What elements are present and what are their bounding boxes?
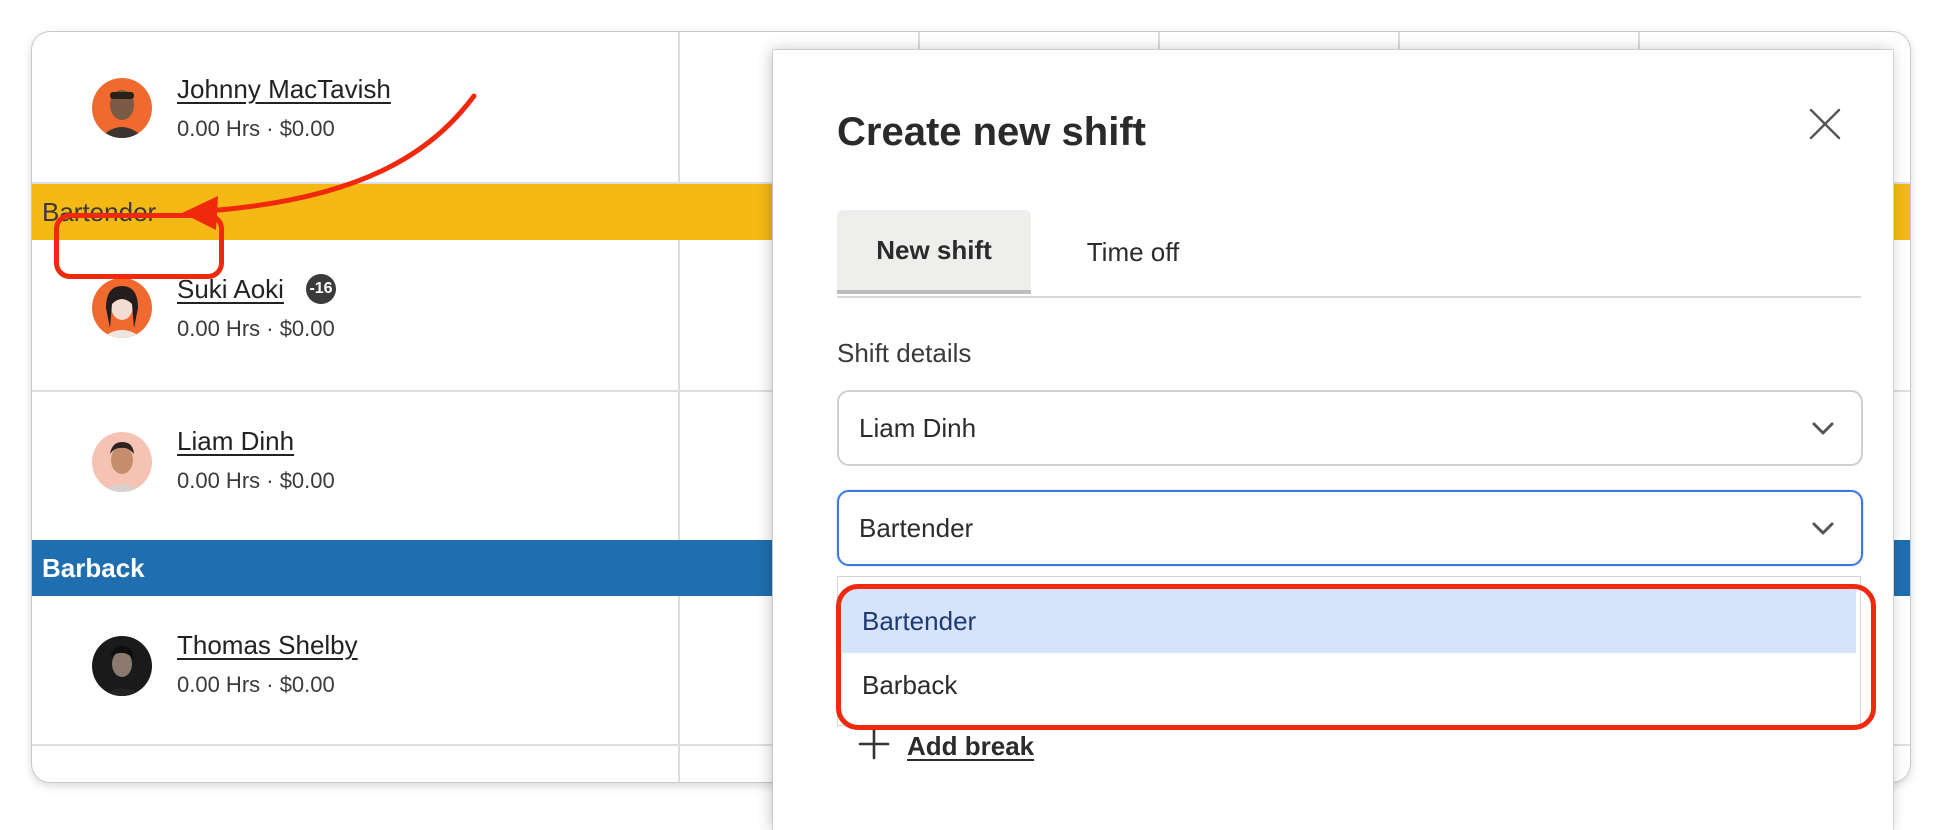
tab-time-off[interactable]: Time off	[1043, 210, 1223, 294]
add-break-button[interactable]: Add break	[857, 726, 1034, 766]
modal-title: Create new shift	[837, 110, 1146, 154]
group-label: Bartender	[42, 196, 157, 227]
role-dropdown-list: Bartender Barback	[837, 576, 1861, 726]
chevron-down-icon	[1809, 414, 1837, 442]
group-label: Barback	[42, 552, 145, 583]
tab-new-shift[interactable]: New shift	[837, 210, 1031, 294]
employee-name[interactable]: Thomas Shelby	[177, 630, 358, 661]
employee-select-value: Liam Dinh	[859, 412, 977, 443]
shift-tabs: New shift Time off	[837, 210, 1861, 298]
role-option-bartender[interactable]: Bartender	[842, 589, 1856, 653]
employee-name[interactable]: Suki Aoki	[177, 274, 284, 305]
role-option-barback[interactable]: Barback	[842, 653, 1856, 717]
avatar	[92, 636, 152, 696]
close-icon	[1808, 107, 1842, 146]
employee-hours: 0.00 Hrs · $0.00	[177, 116, 335, 141]
employee-name[interactable]: Johnny MacTavish	[177, 74, 391, 105]
chevron-down-icon	[1809, 514, 1837, 542]
option-label: Barback	[862, 669, 958, 700]
avatar	[92, 78, 152, 138]
role-select-value: Bartender	[859, 512, 974, 543]
employee-hours: 0.00 Hrs · $0.00	[177, 316, 335, 341]
avatar	[92, 278, 152, 338]
employee-hours: 0.00 Hrs · $0.00	[177, 672, 335, 697]
option-label: Bartender	[862, 605, 977, 636]
conflict-badge: -16	[306, 274, 336, 304]
employee-hours: 0.00 Hrs · $0.00	[177, 468, 335, 493]
create-shift-modal: Create new shift New shift Time off Shif…	[773, 50, 1893, 830]
role-select[interactable]: Bartender	[837, 490, 1863, 566]
avatar	[92, 432, 152, 492]
plus-icon	[857, 727, 891, 766]
employee-name[interactable]: Liam Dinh	[177, 426, 294, 457]
add-break-label: Add break	[907, 730, 1035, 761]
close-button[interactable]	[1803, 104, 1847, 148]
employee-select[interactable]: Liam Dinh	[837, 390, 1863, 466]
section-label: Shift details	[837, 338, 972, 368]
